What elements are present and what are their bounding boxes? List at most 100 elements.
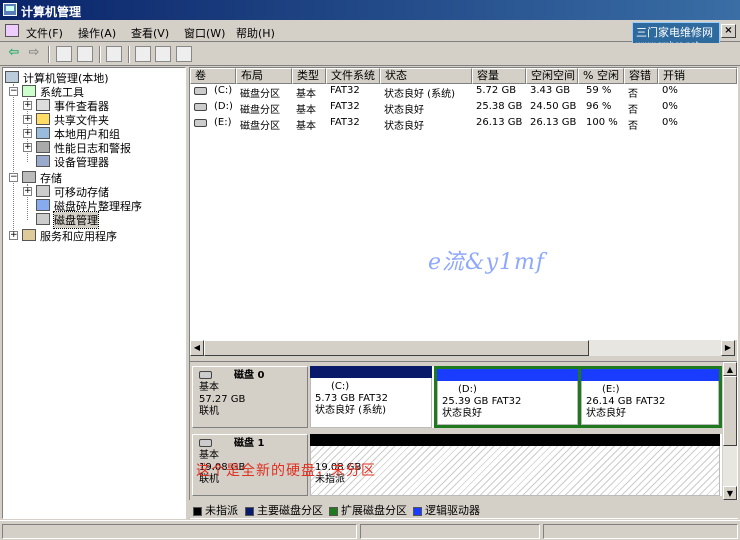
shared-folder-icon [36,113,50,125]
expand-icon[interactable]: + [23,115,32,124]
column-layout[interactable]: 布局 [236,68,292,84]
window-title: 计算机管理 [21,5,82,19]
column-overhead[interactable]: 开销 [658,68,737,84]
up-folder-icon[interactable] [56,46,72,62]
expand-icon[interactable]: + [23,143,32,152]
tools-icon [22,85,36,97]
defrag-icon [36,199,50,211]
event-viewer-icon [36,99,50,111]
expand-icon[interactable]: + [23,129,32,138]
status-bar [0,520,740,540]
legend-swatch [245,506,254,516]
column-status[interactable]: 状态 [380,68,472,84]
menu-help[interactable]: 帮助(H) [236,25,275,41]
menu-action[interactable]: 操作(A) [78,25,116,41]
menu-window[interactable]: 窗口(W) [184,25,225,41]
partition-c[interactable]: (C:) 5.73 GB FAT32 状态良好 (系统) [310,366,432,428]
unpartitioned-annotation: 这个是全新的硬盘，未分区 [196,463,376,479]
removable-storage-icon [36,185,50,197]
disk-partition-area-0: (C:) 5.73 GB FAT32 状态良好 (系统) (D:) 25.39 … [310,366,722,428]
disk-settings-icon[interactable] [176,46,192,62]
toolbar: ⇦ ⇨ [0,43,740,66]
legend-logical: 逻辑驱动器 [413,502,480,518]
show-hide-tree-icon[interactable] [77,46,93,62]
disk-icon [199,371,212,379]
table-row[interactable]: (E:) 磁盘分区 基本 FAT32 状态良好 26.13 GB 26.13 G… [190,116,737,132]
partition-legend: 未指派 主要磁盘分区 扩展磁盘分区 逻辑驱动器 [189,500,738,518]
vertical-scrollbar[interactable]: ▲ ▼ [723,362,737,500]
volume-icon [194,119,207,127]
logical-drive-bar [581,369,719,381]
table-row[interactable]: (C:) 磁盘分区 基本 FAT32 状态良好 (系统) 5.72 GB 3.4… [190,84,737,100]
volume-icon [194,103,207,111]
primary-partition-bar [310,366,432,378]
status-pane-main [2,524,357,539]
console-tree: 计算机管理(本地) − 系统工具 + 事件查看器 + 共享文件夹 + 本地用户和… [2,67,186,519]
forward-arrow-icon[interactable]: ⇨ [26,46,42,62]
disk-info-0[interactable]: 磁盘 0 基本 57.27 GB 联机 [192,366,308,428]
overlay-art-text: e流&y1mf [428,250,546,275]
partition-d[interactable]: (D:) 25.39 GB FAT32 状态良好 [434,366,578,428]
horizontal-scroll-thumb[interactable] [204,340,589,356]
legend-swatch [193,506,202,516]
scroll-down-icon[interactable]: ▼ [723,486,737,500]
partition-e[interactable]: (E:) 26.14 GB FAT32 状态良好 [578,366,722,428]
column-filesystem[interactable]: 文件系统 [326,68,380,84]
storage-icon [22,171,36,183]
device-manager-icon [36,155,50,167]
export-list-icon[interactable] [155,46,171,62]
legend-extended: 扩展磁盘分区 [329,502,407,518]
help-icon[interactable] [135,46,151,62]
unallocated-bar [310,434,720,446]
services-icon [22,229,36,241]
collapse-icon[interactable]: − [9,87,18,96]
title-bar: 计算机管理 [0,0,740,20]
legend-swatch [413,506,422,516]
legend-swatch [329,506,338,516]
volume-list: 卷 布局 类型 文件系统 状态 容量 空闲空间 % 空闲 容错 开销 (C:) … [190,68,737,350]
horizontal-scrollbar[interactable]: ◀ ▶ [190,340,737,356]
mmc-document-icon[interactable] [5,24,19,37]
scroll-right-icon[interactable]: ▶ [721,340,735,356]
column-capacity[interactable]: 容量 [472,68,526,84]
watermark-title: 三门家电维修网 [636,26,713,39]
column-type[interactable]: 类型 [292,68,326,84]
disk-management-icon [36,213,50,225]
expand-icon[interactable]: + [9,231,18,240]
menu-view[interactable]: 查看(V) [131,25,169,41]
column-fault-tolerance[interactable]: 容错 [624,68,658,84]
logical-drive-bar [437,369,578,381]
column-percent-free[interactable]: % 空闲 [578,68,624,84]
expand-icon[interactable]: + [23,101,32,110]
disk-icon [199,439,212,447]
expand-icon[interactable]: + [23,187,32,196]
scroll-left-icon[interactable]: ◀ [190,340,204,356]
close-button[interactable]: × [721,24,736,38]
toolbar-separator [128,46,130,63]
legend-primary: 主要磁盘分区 [245,502,323,518]
computer-management-icon [3,3,17,16]
users-icon [36,127,50,139]
legend-unallocated: 未指派 [193,502,238,518]
table-row[interactable]: (D:) 磁盘分区 基本 FAT32 状态良好 25.38 GB 24.50 G… [190,100,737,116]
vertical-scroll-thumb[interactable] [723,376,737,446]
menu-bar: 文件(F) 操作(A) 查看(V) 窗口(W) 帮助(H) _□× [0,20,740,42]
status-pane-3 [543,524,738,539]
collapse-icon[interactable]: − [9,173,18,182]
menu-file[interactable]: 文件(F) [26,25,63,41]
disk-row-0[interactable]: 磁盘 0 基本 57.27 GB 联机 (C:) 5.73 GB FAT32 状… [192,366,722,428]
scroll-up-icon[interactable]: ▲ [723,362,737,376]
toolbar-separator [48,46,50,63]
horizontal-scroll-track[interactable] [589,340,721,356]
volume-list-header: 卷 布局 类型 文件系统 状态 容量 空闲空间 % 空闲 容错 开销 [190,68,737,84]
details-pane: 卷 布局 类型 文件系统 状态 容量 空闲空间 % 空闲 容错 开销 (C:) … [189,67,738,519]
status-pane-2 [360,524,540,539]
performance-icon [36,141,50,153]
column-volume[interactable]: 卷 [190,68,236,84]
computer-icon [5,71,19,83]
back-arrow-icon[interactable]: ⇦ [6,46,22,62]
properties-icon[interactable] [106,46,122,62]
column-free-space[interactable]: 空闲空间 [526,68,578,84]
volume-icon [194,87,207,95]
toolbar-separator [99,46,101,63]
